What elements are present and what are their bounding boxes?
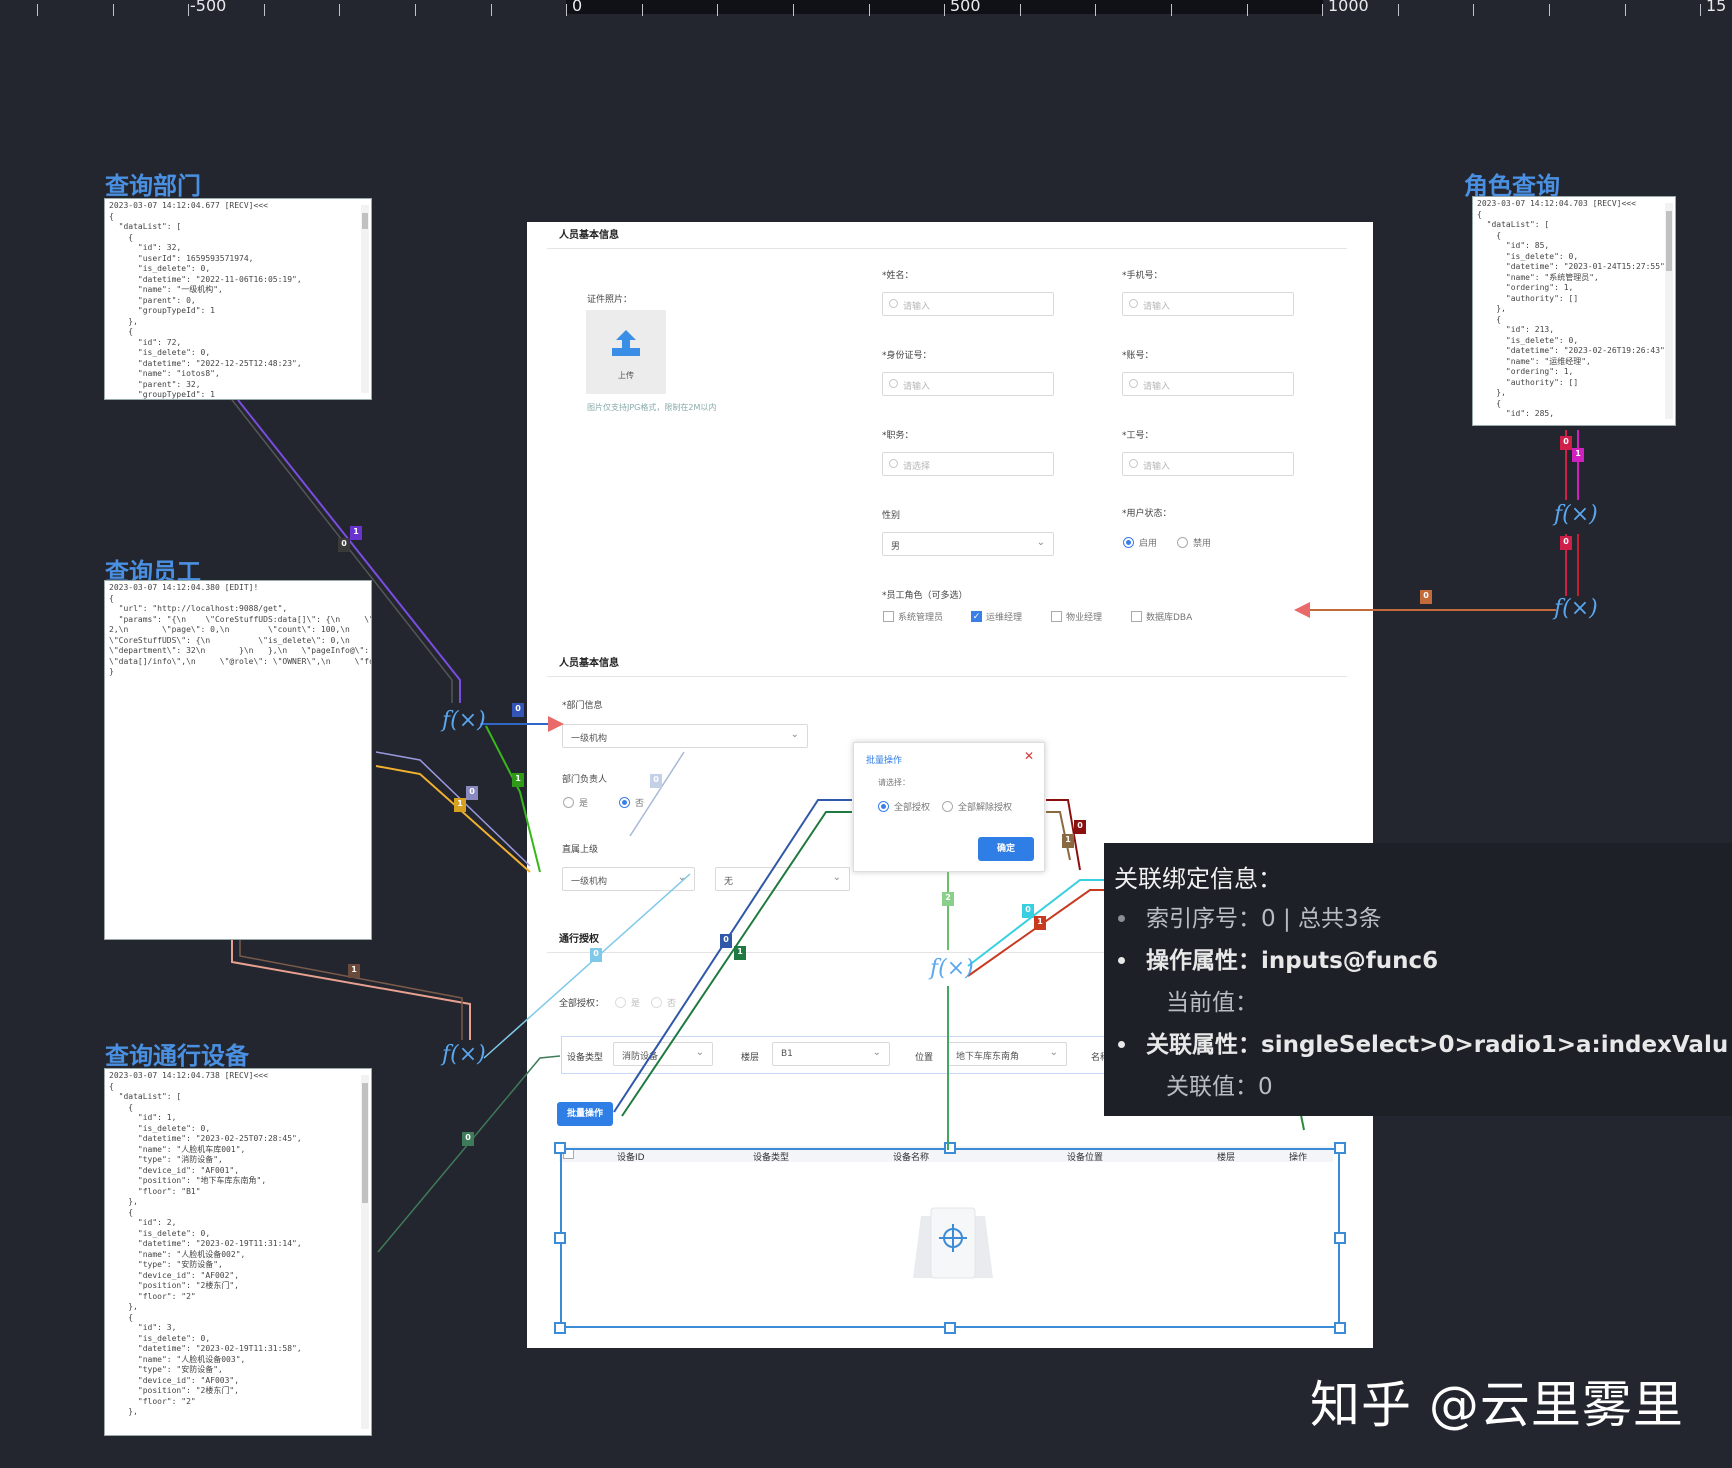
wire-index-tag: 0 [650, 774, 662, 788]
bullet [1118, 957, 1125, 964]
wire-index-tag: 0 [720, 934, 732, 948]
function-node[interactable]: f(×) [442, 1042, 486, 1067]
wire-index-tag: 1 [348, 964, 360, 978]
op-row: 操作属性：inputs@func6 [1146, 941, 1438, 975]
node-title-dept[interactable]: 查询部门 [105, 166, 201, 201]
rel-row: 关联属性：singleSelect>0>radio1>a:indexValu [1146, 1025, 1728, 1059]
wire-index-tag: 0 [1560, 536, 1572, 550]
wire-index-tag: 1 [734, 946, 746, 960]
scrollbar[interactable] [361, 205, 369, 393]
tooltip-title: 关联绑定信息： [1114, 865, 1282, 893]
index-label: 索引序号： [1146, 906, 1261, 932]
rel-value: singleSelect>0>radio1>a:indexValu [1261, 1032, 1729, 1058]
relval-value: 0 [1258, 1074, 1273, 1100]
wire-index-tag: 0 [466, 786, 478, 800]
wire-index-tag: 0 [1560, 436, 1572, 450]
wire-index-tag: 0 [338, 538, 350, 552]
flow-canvas[interactable]: -500 0 500 1000 15 人员基本信息 证件照片： 上传 图片仅支持… [0, 0, 1732, 1468]
log-panel-device[interactable]: 2023-03-07 14:12:04.738 [RECV]<<< { "dat… [104, 1068, 372, 1436]
scrollbar[interactable] [1665, 203, 1673, 419]
wire [629, 751, 685, 837]
wire-index-tag: 0 [512, 703, 524, 717]
function-node[interactable]: f(×) [442, 708, 486, 733]
function-node[interactable]: f(×) [930, 956, 974, 981]
wire-index-tag: 1 [512, 773, 524, 787]
wire-index-tag: 2 [942, 892, 954, 906]
wire [613, 799, 852, 1113]
log-panel-role[interactable]: 2023-03-07 14:12:04.703 [RECV]<<< { "dat… [1472, 196, 1676, 426]
current-value-label: 当前值： [1166, 990, 1258, 1016]
rel-label: 关联属性： [1146, 1032, 1261, 1058]
function-node[interactable]: f(×) [1554, 596, 1598, 621]
bullet [1118, 915, 1125, 922]
wire-index-tag: 0 [1074, 820, 1086, 834]
wire [967, 889, 1104, 977]
scrollbar[interactable] [361, 1075, 369, 1429]
relval-label: 关联值： [1166, 1074, 1258, 1100]
op-value: inputs@func6 [1261, 948, 1439, 974]
wire [375, 751, 531, 867]
wire-index-tag: 0 [1022, 904, 1034, 918]
wire [483, 873, 691, 1059]
watermark: 知乎 @云里雾里 [1310, 1376, 1684, 1434]
wire [239, 940, 463, 1040]
log-text: 2023-03-07 14:12:04.703 [RECV]<<< { "dat… [1477, 199, 1670, 418]
log-panel-employee[interactable]: 2023-03-07 14:12:04.380 [EDIT]! { "url":… [104, 580, 372, 940]
bullet [1118, 1041, 1125, 1048]
wire-index-tag: 1 [1062, 834, 1074, 848]
wire [377, 1055, 561, 1253]
op-label: 操作属性： [1146, 948, 1261, 974]
log-text: 2023-03-07 14:12:04.738 [RECV]<<< { "dat… [109, 1071, 302, 1416]
log-text: 2023-03-07 14:12:04.380 [EDIT]! { "url":… [109, 583, 371, 676]
wire-index-tag: 1 [1572, 448, 1584, 462]
index-row: 索引序号：0 | 总共3条 [1146, 899, 1382, 933]
wire [621, 811, 852, 1117]
relval-row: 关联值：0 [1166, 1067, 1273, 1101]
wire [375, 765, 531, 873]
node-title-device[interactable]: 查询通行设备 [105, 1036, 249, 1071]
index-value: 0 | 总共3条 [1261, 906, 1382, 932]
binding-info-tooltip: 关联绑定信息： 索引序号：0 | 总共3条 操作属性：inputs@func6 … [1104, 843, 1732, 1116]
wire-index-tag: 1 [350, 526, 362, 540]
wire [231, 940, 471, 1040]
log-text: 2023-03-07 14:12:04.677 [RECV]<<< { "dat… [109, 201, 302, 399]
log-panel-dept[interactable]: 2023-03-07 14:12:04.677 [RECV]<<< { "dat… [104, 198, 372, 400]
wire-index-tag: 0 [590, 948, 602, 962]
wire-index-tag: 1 [1034, 916, 1046, 930]
function-node[interactable]: f(×) [1554, 502, 1598, 527]
wire-index-tag: 1 [454, 798, 466, 812]
wire-index-tag: 0 [1420, 590, 1432, 604]
wire-index-tag: 0 [462, 1132, 474, 1146]
